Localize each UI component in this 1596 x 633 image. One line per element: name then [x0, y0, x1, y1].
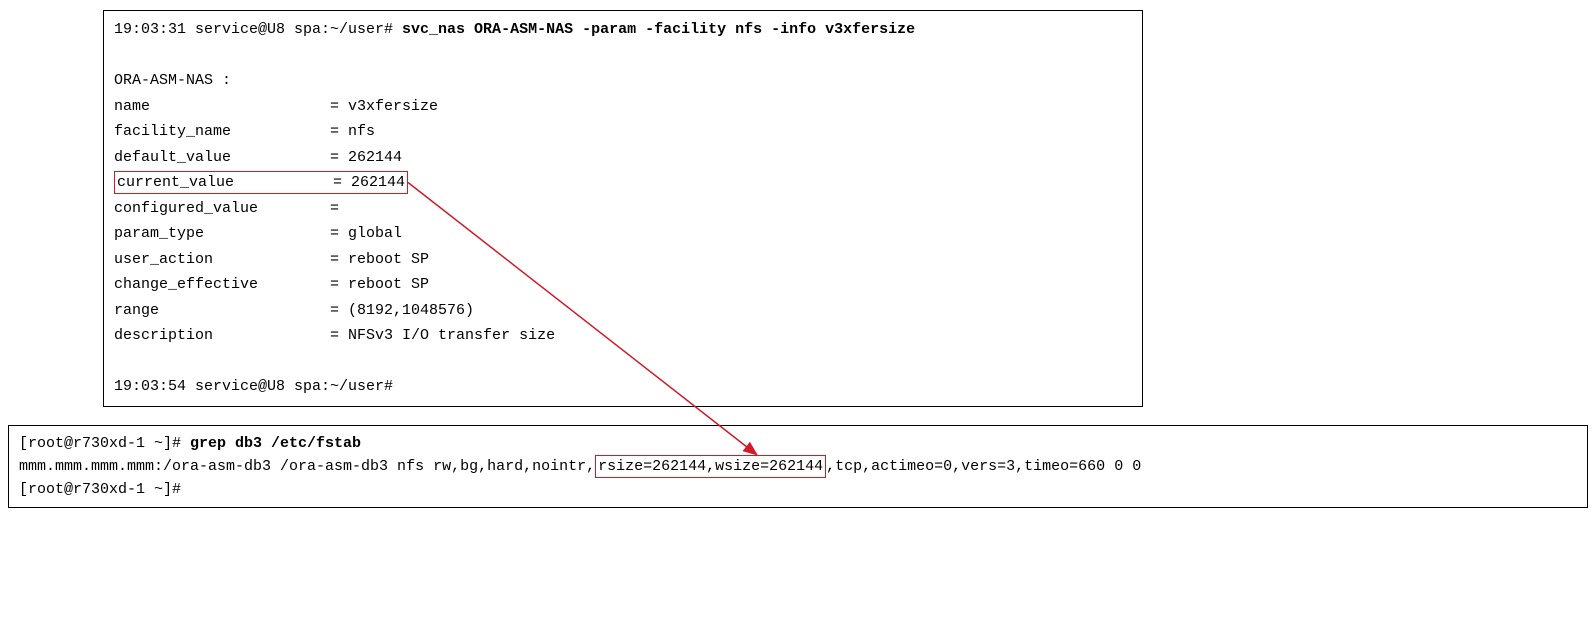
command-top: svc_nas ORA-ASM-NAS -param -facility nfs…: [402, 21, 915, 38]
row-name: name = v3xfersize: [114, 94, 1132, 120]
section-header: ORA-ASM-NAS :: [114, 68, 1132, 94]
terminal-bottom-block: [root@r730xd-1 ~]# grep db3 /etc/fstab m…: [8, 425, 1588, 509]
highlight-rsize-wsize: rsize=262144,wsize=262144: [595, 455, 826, 478]
command-bottom: grep db3 /etc/fstab: [190, 435, 361, 452]
terminal-top-block: 19:03:31 service@U8 spa:~/user# svc_nas …: [103, 10, 1143, 407]
prompt-prefix: 19:03:31 service@U8 spa:~/user#: [114, 21, 402, 38]
fstab-output-line: mmm.mmm.mmm.mmm:/ora-asm-db3 /ora-asm-db…: [19, 455, 1577, 478]
row-param-type: param_type = global: [114, 221, 1132, 247]
row-change-effective: change_effective = reboot SP: [114, 272, 1132, 298]
prompt-line-1: 19:03:31 service@U8 spa:~/user# svc_nas …: [114, 17, 1132, 43]
row-description: description = NFSv3 I/O transfer size: [114, 323, 1132, 349]
row-user-action: user_action = reboot SP: [114, 247, 1132, 273]
prompt-end-top: 19:03:54 service@U8 spa:~/user#: [114, 374, 1132, 400]
prompt-prefix-bottom: [root@r730xd-1 ~]#: [19, 435, 190, 452]
row-range: range = (8192,1048576): [114, 298, 1132, 324]
row-facility-name: facility_name = nfs: [114, 119, 1132, 145]
fstab-pre: mmm.mmm.mmm.mmm:/ora-asm-db3 /ora-asm-db…: [19, 458, 595, 475]
prompt-line-2: [root@r730xd-1 ~]# grep db3 /etc/fstab: [19, 432, 1577, 455]
row-configured-value: configured_value =: [114, 196, 1132, 222]
highlight-current-value: current_value = 262144: [114, 171, 408, 194]
blank-line: [114, 43, 1132, 69]
row-default-value: default_value = 262144: [114, 145, 1132, 171]
prompt-end-bottom: [root@r730xd-1 ~]#: [19, 478, 1577, 501]
row-current-value: current_value = 262144: [114, 170, 1132, 196]
blank-line: [114, 349, 1132, 375]
fstab-post: ,tcp,actimeo=0,vers=3,timeo=660 0 0: [826, 458, 1141, 475]
